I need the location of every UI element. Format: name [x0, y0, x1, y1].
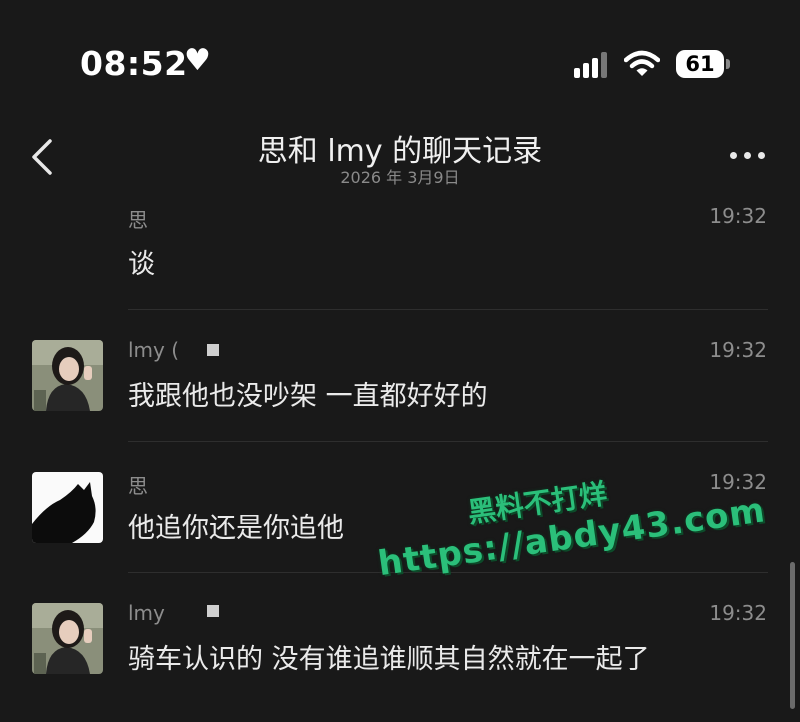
chat-message[interactable]: 思 19:32 谈	[0, 196, 800, 327]
message-text: 我跟他也没吵架 一直都好好的	[128, 381, 488, 412]
message-time: 19:32	[709, 204, 767, 228]
page-subtitle: 2026 年 3月9日	[340, 168, 460, 187]
message-text: 骑车认识的 没有谁追谁顺其自然就在一起了	[128, 644, 650, 675]
message-text: 他追你还是你追他	[128, 513, 344, 544]
avatar[interactable]	[32, 603, 103, 674]
message-divider	[128, 309, 768, 310]
status-bar: 08:52 ♥ 61	[0, 0, 800, 120]
chat-history[interactable]: 思 19:32 谈 lmy ( 19:32 我跟他也没吵架 一直都好好的 思 1…	[0, 198, 800, 709]
more-options-icon[interactable]	[728, 150, 768, 162]
heart-icon: ♥	[184, 43, 211, 78]
message-text: 谈	[128, 249, 155, 280]
message-sender: lmy (	[128, 338, 180, 362]
battery-icon: 61	[676, 50, 724, 78]
redaction-mark	[207, 344, 219, 356]
chat-message[interactable]: lmy ( 19:32 我跟他也没吵架 一直都好好的	[0, 328, 800, 459]
redaction-mark	[207, 605, 219, 617]
chat-message[interactable]: lmy 19:32 骑车认识的 没有谁追谁顺其自然就在一起了	[0, 591, 800, 722]
status-time: 08:52	[80, 44, 188, 83]
signal-icon	[574, 52, 608, 78]
message-time: 19:32	[709, 338, 767, 362]
message-sender: lmy	[128, 601, 165, 625]
wifi-icon	[624, 50, 660, 76]
message-time: 19:32	[709, 601, 767, 625]
message-sender: 思	[128, 208, 148, 232]
battery-cap	[726, 59, 730, 69]
message-divider	[128, 441, 768, 442]
avatar[interactable]	[32, 472, 103, 543]
scrollbar[interactable]	[790, 562, 795, 709]
message-sender: 思	[128, 474, 148, 498]
avatar[interactable]	[32, 340, 103, 411]
